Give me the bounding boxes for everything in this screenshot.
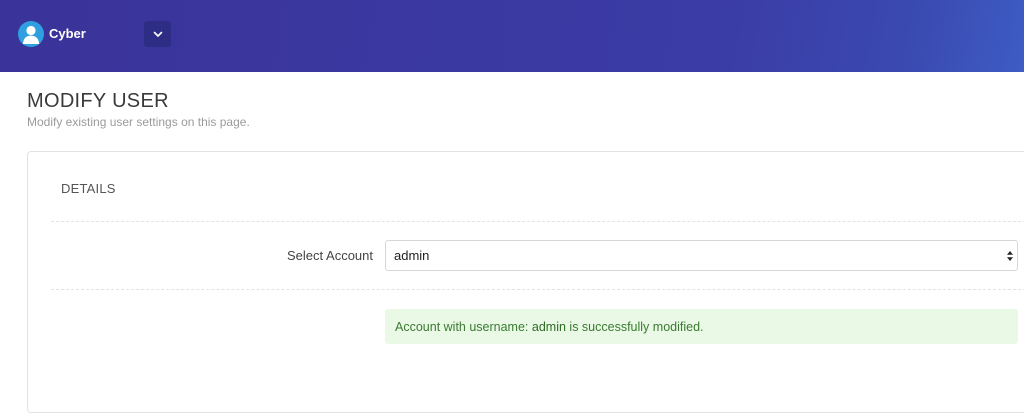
- top-navbar: Cyber: [0, 0, 1024, 72]
- brand-name[interactable]: Cyber: [49, 26, 86, 41]
- page-title: MODIFY USER: [27, 90, 169, 112]
- select-arrows-icon: [1006, 249, 1014, 261]
- alert-prefix: Account with username:: [395, 320, 529, 334]
- details-card: DETAILS Select Account admin Account wit…: [27, 151, 1024, 413]
- alert-username: admin: [531, 320, 566, 334]
- select-account-label: Select Account: [287, 248, 373, 263]
- select-account-dropdown[interactable]: admin: [385, 240, 1018, 271]
- chevron-down-icon: [153, 25, 163, 43]
- page-subtitle: Modify existing user settings on this pa…: [27, 115, 250, 129]
- card-title: DETAILS: [61, 181, 116, 196]
- user-avatar-icon[interactable]: [18, 21, 44, 47]
- divider: [51, 289, 1024, 290]
- dropdown-toggle-button[interactable]: [144, 21, 171, 47]
- alert-suffix: is successfully modified.: [569, 320, 704, 334]
- alert-message: Account with username: admin is successf…: [395, 320, 704, 334]
- divider: [51, 221, 1024, 222]
- select-account-value: admin: [394, 248, 430, 263]
- success-alert: Account with username: admin is successf…: [385, 309, 1018, 344]
